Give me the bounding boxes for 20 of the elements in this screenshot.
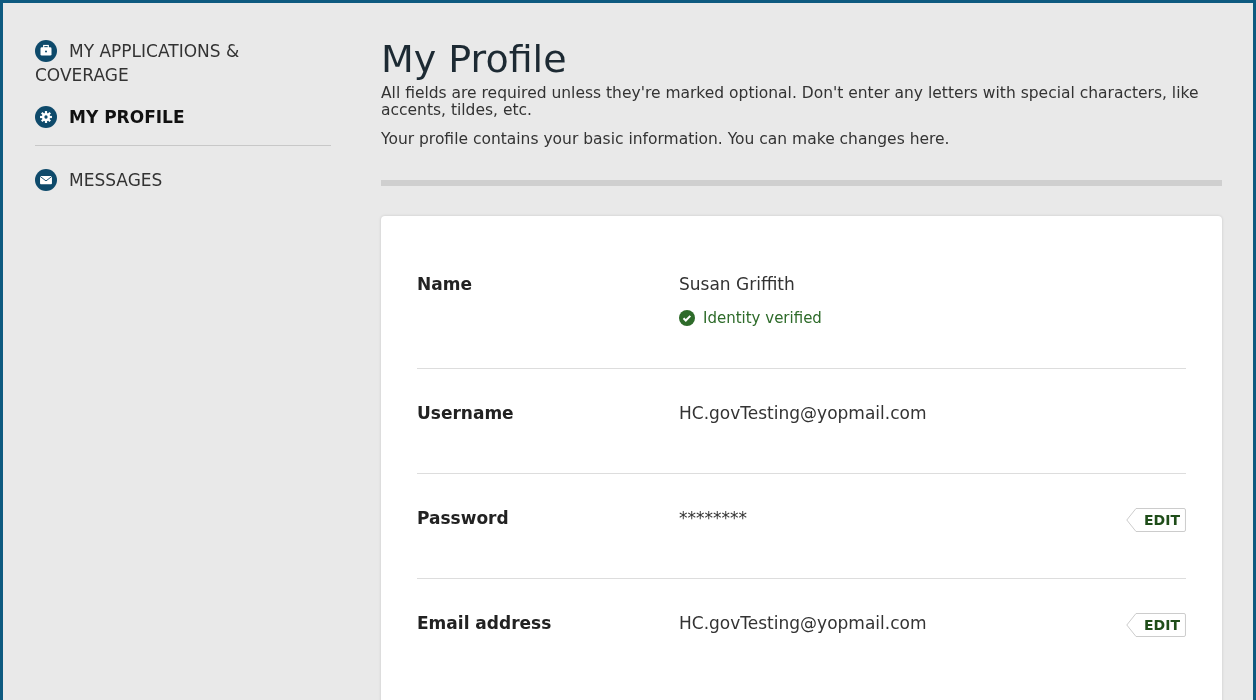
field-value: HC.govTesting@yopmail.com	[679, 402, 928, 425]
field-label: Password	[417, 507, 510, 530]
page-title: My Profile	[381, 36, 568, 81]
field-label: Username	[417, 402, 515, 425]
field-value: ********	[679, 507, 748, 530]
instruction-text: All fields are required unless they're marked optional. Don't enter any letters with special characters, like accents, tildes, etc.	[381, 85, 1200, 119]
mail-icon	[35, 169, 57, 191]
edit-button[interactable]: EDIT	[1126, 508, 1186, 532]
field-value: Susan Griffith	[679, 273, 796, 296]
briefcase-icon	[35, 40, 57, 62]
field-value: HC.govTesting@yopmail.com	[679, 612, 928, 635]
sidebar-item[interactable]: MESSAGES	[35, 168, 331, 192]
sidebar-item[interactable]: MY APPLICATIONS & COVERAGE	[35, 39, 331, 87]
settings-icon	[35, 106, 57, 128]
field-label: Name	[417, 273, 473, 296]
verified-status: Identity verified	[703, 308, 822, 329]
instruction-text: Your profile contains your basic information. You can make changes here.	[381, 131, 951, 148]
edit-button[interactable]: EDIT	[1126, 613, 1186, 637]
field-label: Email address	[417, 612, 553, 635]
sidebar-item[interactable]: MY PROFILE	[35, 105, 331, 129]
